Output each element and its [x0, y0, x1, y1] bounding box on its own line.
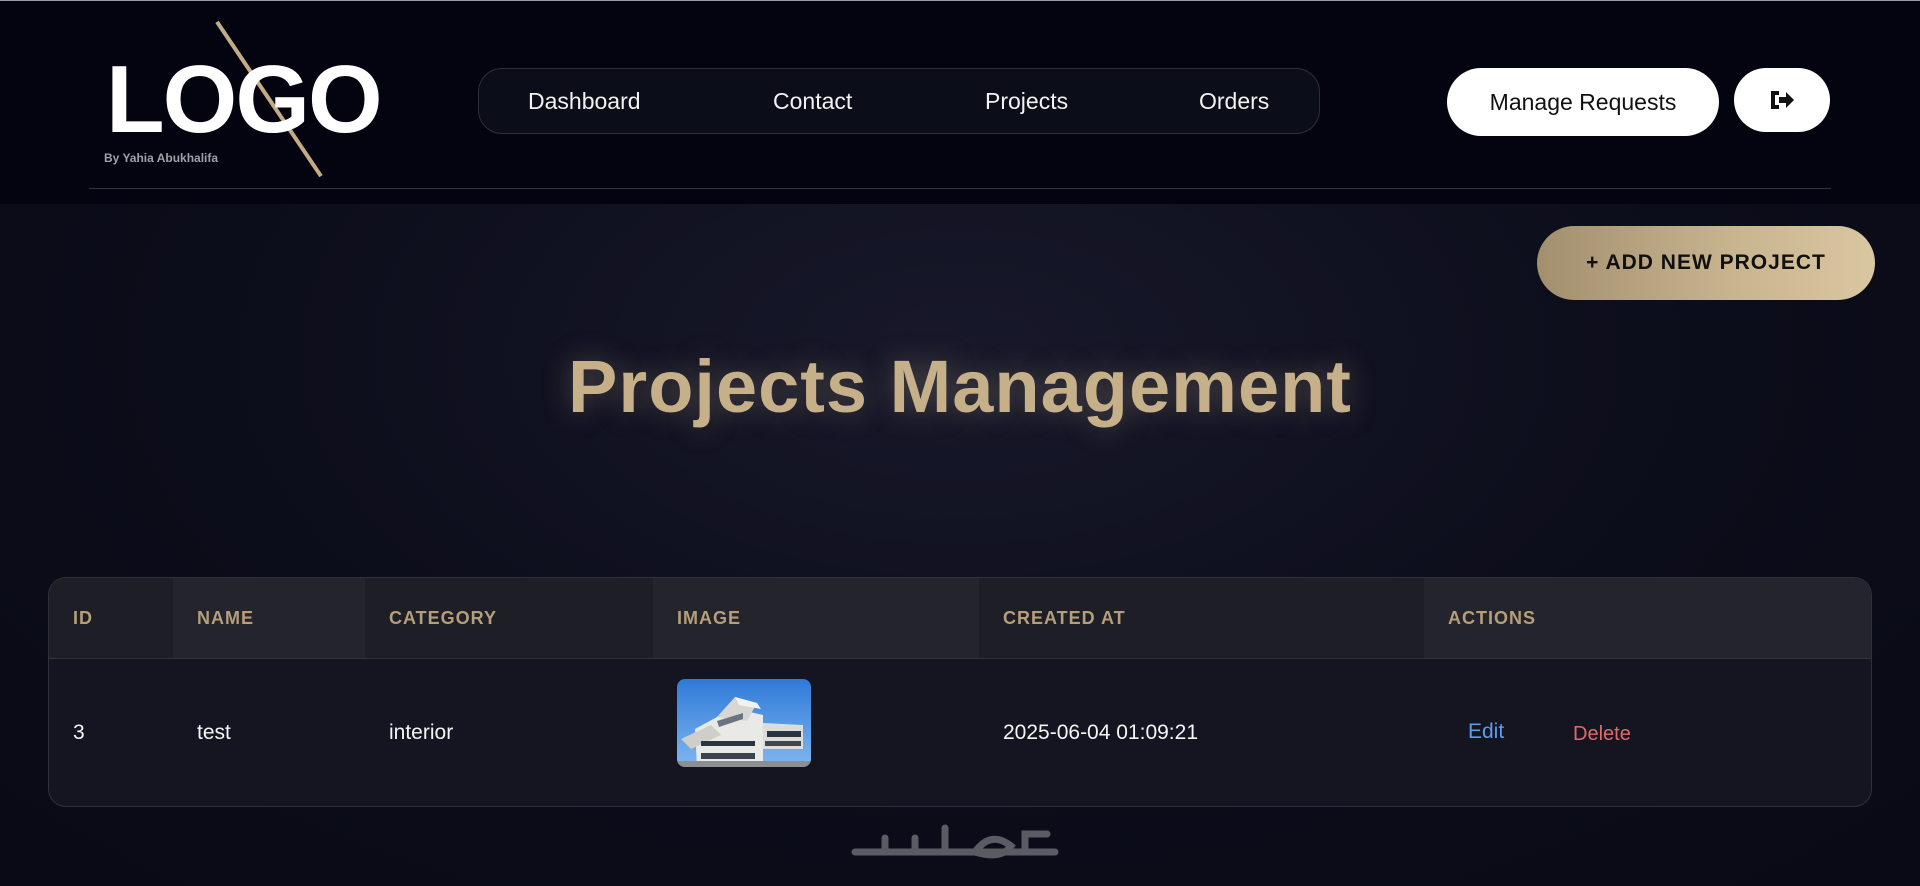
logo-text: LOGO — [106, 46, 383, 153]
column-header-category: CATEGORY — [389, 608, 498, 628]
add-new-project-button[interactable]: + ADD NEW PROJECT — [1537, 226, 1875, 300]
column-header-actions: ACTIONS — [1424, 578, 1871, 658]
logo-subtitle: By Yahia Abukhalifa — [104, 151, 219, 165]
nav-item-contact[interactable]: Contact — [773, 69, 852, 133]
table-row: 3 test interior 2025-06-04 01:09:21 Edit… — [49, 659, 1871, 806]
nav-item-orders[interactable]: Orders — [1199, 69, 1269, 133]
cell-name: test — [197, 721, 231, 744]
watermark-logo — [845, 812, 1075, 872]
manage-requests-button[interactable]: Manage Requests — [1447, 68, 1719, 136]
top-border — [0, 0, 1920, 1]
column-header-name: NAME — [173, 578, 365, 658]
nav-item-dashboard[interactable]: Dashboard — [528, 69, 641, 133]
top-navbar: LOGO By Yahia Abukhalifa Dashboard Conta… — [0, 0, 1920, 204]
sign-out-icon — [1771, 91, 1794, 109]
page-title: Projects Management — [568, 345, 1352, 428]
column-header-image: IMAGE — [653, 578, 979, 658]
column-header-id: ID — [73, 608, 93, 628]
table-header: ID NAME CATEGORY IMAGE CREATED AT ACTION… — [49, 578, 1871, 659]
project-thumbnail[interactable] — [677, 679, 811, 767]
column-header-created-at: CREATED AT — [1003, 608, 1126, 628]
main-nav: Dashboard Contact Projects Orders — [478, 68, 1320, 134]
edit-link[interactable]: Edit — [1468, 659, 1504, 806]
logo[interactable]: LOGO By Yahia Abukhalifa — [100, 12, 383, 178]
cell-category: interior — [389, 721, 454, 744]
cell-id: 3 — [73, 721, 85, 744]
projects-table: ID NAME CATEGORY IMAGE CREATED AT ACTION… — [48, 577, 1872, 807]
building-thumbnail — [677, 679, 811, 767]
cell-created-at: 2025-06-04 01:09:21 — [1003, 721, 1198, 744]
nav-item-projects[interactable]: Projects — [985, 69, 1068, 133]
header-divider — [89, 188, 1831, 189]
delete-link[interactable]: Delete — [1573, 659, 1631, 806]
logout-button[interactable] — [1734, 68, 1830, 132]
